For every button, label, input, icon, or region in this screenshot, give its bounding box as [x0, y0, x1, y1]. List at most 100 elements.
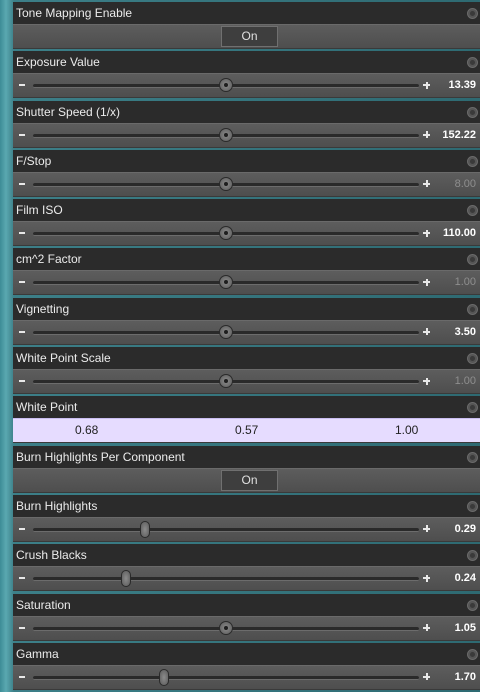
property-label-text: Burn Highlights	[16, 498, 98, 513]
slider-control-film-iso: 110.00	[13, 221, 480, 247]
decrement-minus-icon[interactable]	[17, 370, 27, 393]
slider-thumb[interactable]	[219, 374, 233, 389]
settings-gear-icon[interactable]	[467, 303, 478, 315]
slider-thumb[interactable]	[219, 226, 233, 241]
settings-gear-icon[interactable]	[467, 550, 478, 562]
property-label: Burn Highlights Per Component	[13, 445, 480, 468]
toggle-control-burn-highlights-per-component: On	[13, 467, 480, 493]
property-row-saturation: Saturation 1.05	[13, 593, 480, 643]
slider-value[interactable]: 1.05	[436, 617, 478, 640]
property-label: Gamma	[13, 642, 480, 665]
settings-gear-icon[interactable]	[467, 8, 478, 19]
slider-value[interactable]: 0.24	[436, 567, 478, 590]
decrement-minus-icon[interactable]	[17, 124, 27, 147]
decrement-minus-icon[interactable]	[17, 74, 27, 97]
decrement-minus-icon[interactable]	[17, 271, 27, 294]
property-label: Shutter Speed (1/x)	[13, 100, 480, 123]
color-component-value[interactable]: 0.57	[235, 419, 258, 442]
slider-value[interactable]: 1.00	[436, 271, 478, 294]
slider-thumb[interactable]	[120, 570, 131, 588]
property-label-text: Film ISO	[16, 203, 63, 218]
slider-control-vignetting: 3.50	[13, 319, 480, 345]
slider-track[interactable]	[33, 527, 419, 532]
property-label: Film ISO	[13, 199, 480, 222]
slider-thumb[interactable]	[219, 127, 233, 142]
slider-value[interactable]: 13.39	[436, 74, 478, 97]
property-row-white-point-scale: White Point Scale 1.00	[13, 347, 480, 396]
property-label-text: cm^2 Factor	[16, 252, 82, 267]
settings-gear-icon[interactable]	[467, 254, 478, 266]
increment-plus-icon[interactable]	[421, 567, 433, 590]
slider-thumb[interactable]	[219, 620, 233, 635]
increment-plus-icon[interactable]	[421, 321, 433, 344]
slider-thumb[interactable]	[139, 520, 150, 538]
property-label-text: White Point Scale	[16, 351, 111, 366]
property-label-text: Tone Mapping Enable	[16, 6, 133, 20]
property-label-text: Gamma	[16, 646, 59, 661]
property-row-film-iso: Film ISO 110.00	[13, 199, 480, 248]
color-component-value[interactable]: 0.68	[75, 419, 98, 442]
decrement-minus-icon[interactable]	[17, 518, 27, 541]
settings-gear-icon[interactable]	[467, 205, 478, 217]
slider-control-shutter-speed-1-x: 152.22	[13, 122, 480, 148]
slider-value[interactable]: 152.22	[436, 124, 478, 147]
increment-plus-icon[interactable]	[421, 518, 433, 541]
settings-gear-icon[interactable]	[467, 402, 478, 414]
slider-thumb[interactable]	[219, 275, 233, 290]
decrement-minus-icon[interactable]	[17, 617, 27, 640]
property-label: Crush Blacks	[13, 544, 480, 567]
property-row-vignetting: Vignetting 3.50	[13, 297, 480, 347]
slider-value[interactable]: 0.29	[436, 518, 478, 541]
color-control-white-point[interactable]: 0.68 0.57 1.00	[13, 418, 480, 444]
slider-control-cm-2-factor: 1.00	[13, 270, 480, 296]
settings-gear-icon[interactable]	[467, 155, 478, 167]
slider-value[interactable]: 3.50	[436, 321, 478, 344]
increment-plus-icon[interactable]	[421, 617, 433, 640]
slider-value[interactable]: 110.00	[436, 222, 478, 245]
settings-gear-icon[interactable]	[467, 57, 478, 69]
property-label: Vignetting	[13, 297, 480, 320]
slider-thumb[interactable]	[159, 668, 170, 686]
property-label-text: Crush Blacks	[16, 548, 87, 563]
property-label-text: F/Stop	[16, 153, 52, 168]
decrement-minus-icon[interactable]	[17, 222, 27, 245]
property-label: Burn Highlights	[13, 494, 480, 517]
property-row-crush-blacks: Crush Blacks 0.24	[13, 544, 480, 593]
settings-gear-icon[interactable]	[467, 353, 478, 365]
settings-gear-icon[interactable]	[467, 500, 478, 512]
increment-plus-icon[interactable]	[421, 271, 433, 294]
increment-plus-icon[interactable]	[421, 124, 433, 147]
decrement-minus-icon[interactable]	[17, 666, 27, 689]
increment-plus-icon[interactable]	[421, 74, 433, 97]
slider-thumb[interactable]	[219, 78, 233, 93]
increment-plus-icon[interactable]	[421, 173, 433, 196]
decrement-minus-icon[interactable]	[17, 173, 27, 196]
property-row-cm-2-factor: cm^2 Factor 1.00	[13, 248, 480, 297]
increment-plus-icon[interactable]	[421, 666, 433, 689]
slider-value[interactable]: 1.00	[436, 370, 478, 393]
property-label: White Point Scale	[13, 347, 480, 370]
increment-plus-icon[interactable]	[421, 222, 433, 245]
property-label-text: Shutter Speed (1/x)	[16, 104, 121, 119]
increment-plus-icon[interactable]	[421, 370, 433, 393]
slider-thumb[interactable]	[219, 324, 233, 339]
decrement-minus-icon[interactable]	[17, 567, 27, 590]
slider-track[interactable]	[33, 577, 419, 582]
settings-gear-icon[interactable]	[467, 599, 478, 611]
slider-thumb[interactable]	[219, 176, 233, 191]
decrement-minus-icon[interactable]	[17, 321, 27, 344]
slider-control-exposure-value: 13.39	[13, 73, 480, 99]
slider-control-burn-highlights: 0.29	[13, 516, 480, 542]
property-row-f-stop: F/Stop 8.00	[13, 149, 480, 199]
color-component-value[interactable]: 1.00	[395, 419, 418, 442]
toggle-button[interactable]: On	[221, 26, 278, 47]
slider-value[interactable]: 1.70	[436, 666, 478, 689]
settings-gear-icon[interactable]	[467, 106, 478, 118]
toggle-button[interactable]: On	[221, 469, 278, 491]
slider-value[interactable]: 8.00	[436, 173, 478, 196]
slider-control-white-point-scale: 1.00	[13, 369, 480, 395]
slider-track[interactable]	[33, 675, 419, 680]
settings-gear-icon[interactable]	[467, 648, 478, 660]
slider-control-gamma: 1.70	[13, 664, 480, 690]
settings-gear-icon[interactable]	[467, 451, 478, 463]
